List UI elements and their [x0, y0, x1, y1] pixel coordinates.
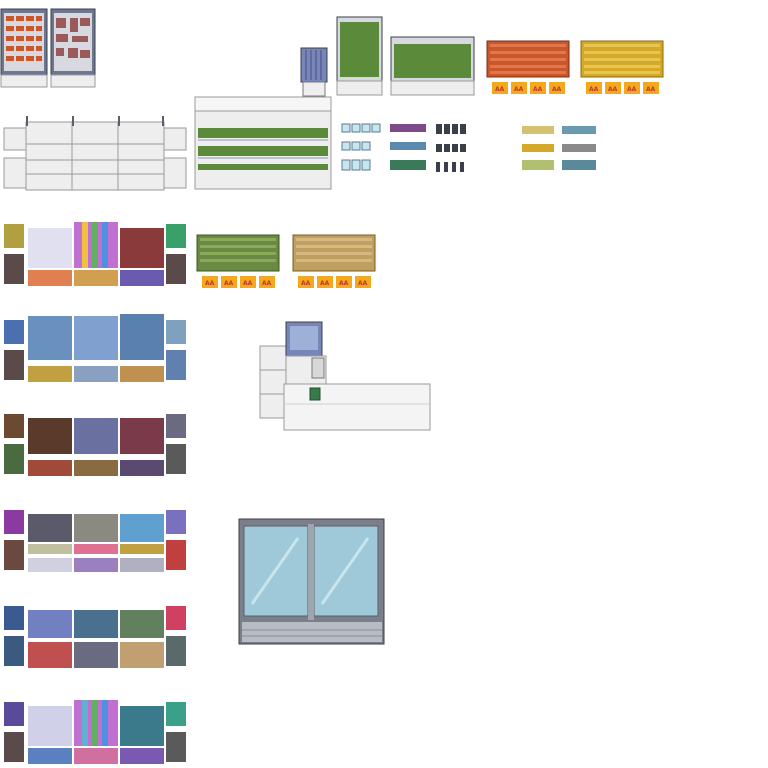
produce-cooler-wide: [390, 36, 476, 96]
empty-shelf-unit: [2, 116, 188, 192]
price-tag-label: AA: [262, 280, 272, 287]
checkout-counter: [258, 320, 434, 432]
double-door-fridge: [238, 518, 386, 646]
price-tag-label: AA: [339, 280, 349, 287]
produce-cooler-tall: [336, 16, 384, 96]
potato-bin: AA AA AA AA: [292, 234, 378, 292]
price-tag-label: AA: [320, 280, 330, 287]
shelf-goods-row-4: [2, 500, 188, 576]
shelf-goods-row-3: [2, 404, 188, 480]
price-tag-label: AA: [533, 86, 543, 93]
price-tag-label: AA: [243, 280, 253, 287]
price-tag-label: AA: [627, 86, 637, 93]
price-tag-label: AA: [514, 86, 524, 93]
price-tag-label: AA: [301, 280, 311, 287]
price-tag-label: AA: [358, 280, 368, 287]
price-tag-label: AA: [646, 86, 656, 93]
price-tag-label: AA: [589, 86, 599, 93]
shelf-goods-row-6: [2, 692, 188, 768]
shelf-goods-row-1: [2, 214, 188, 290]
meat-freezer-left: [0, 8, 48, 88]
price-tag-label: AA: [224, 280, 234, 287]
price-tag-label: AA: [608, 86, 618, 93]
open-refrigerated-case: [194, 96, 334, 192]
small-goods-set-2: [520, 124, 600, 172]
small-goods-set-1: [340, 122, 476, 176]
price-tag-label: AA: [552, 86, 562, 93]
vegetable-bin: AA AA AA AA: [196, 234, 282, 292]
shelf-goods-row-5: [2, 596, 188, 672]
bread-bin: AA AA AA AA: [486, 40, 572, 98]
price-tag-label: AA: [495, 86, 505, 93]
meat-freezer-right: [50, 8, 96, 88]
price-tag-label: AA: [205, 280, 215, 287]
shelf-goods-row-2: [2, 310, 188, 386]
ice-cream-display: [300, 46, 330, 98]
cheese-bin: AA AA AA AA: [580, 40, 666, 98]
